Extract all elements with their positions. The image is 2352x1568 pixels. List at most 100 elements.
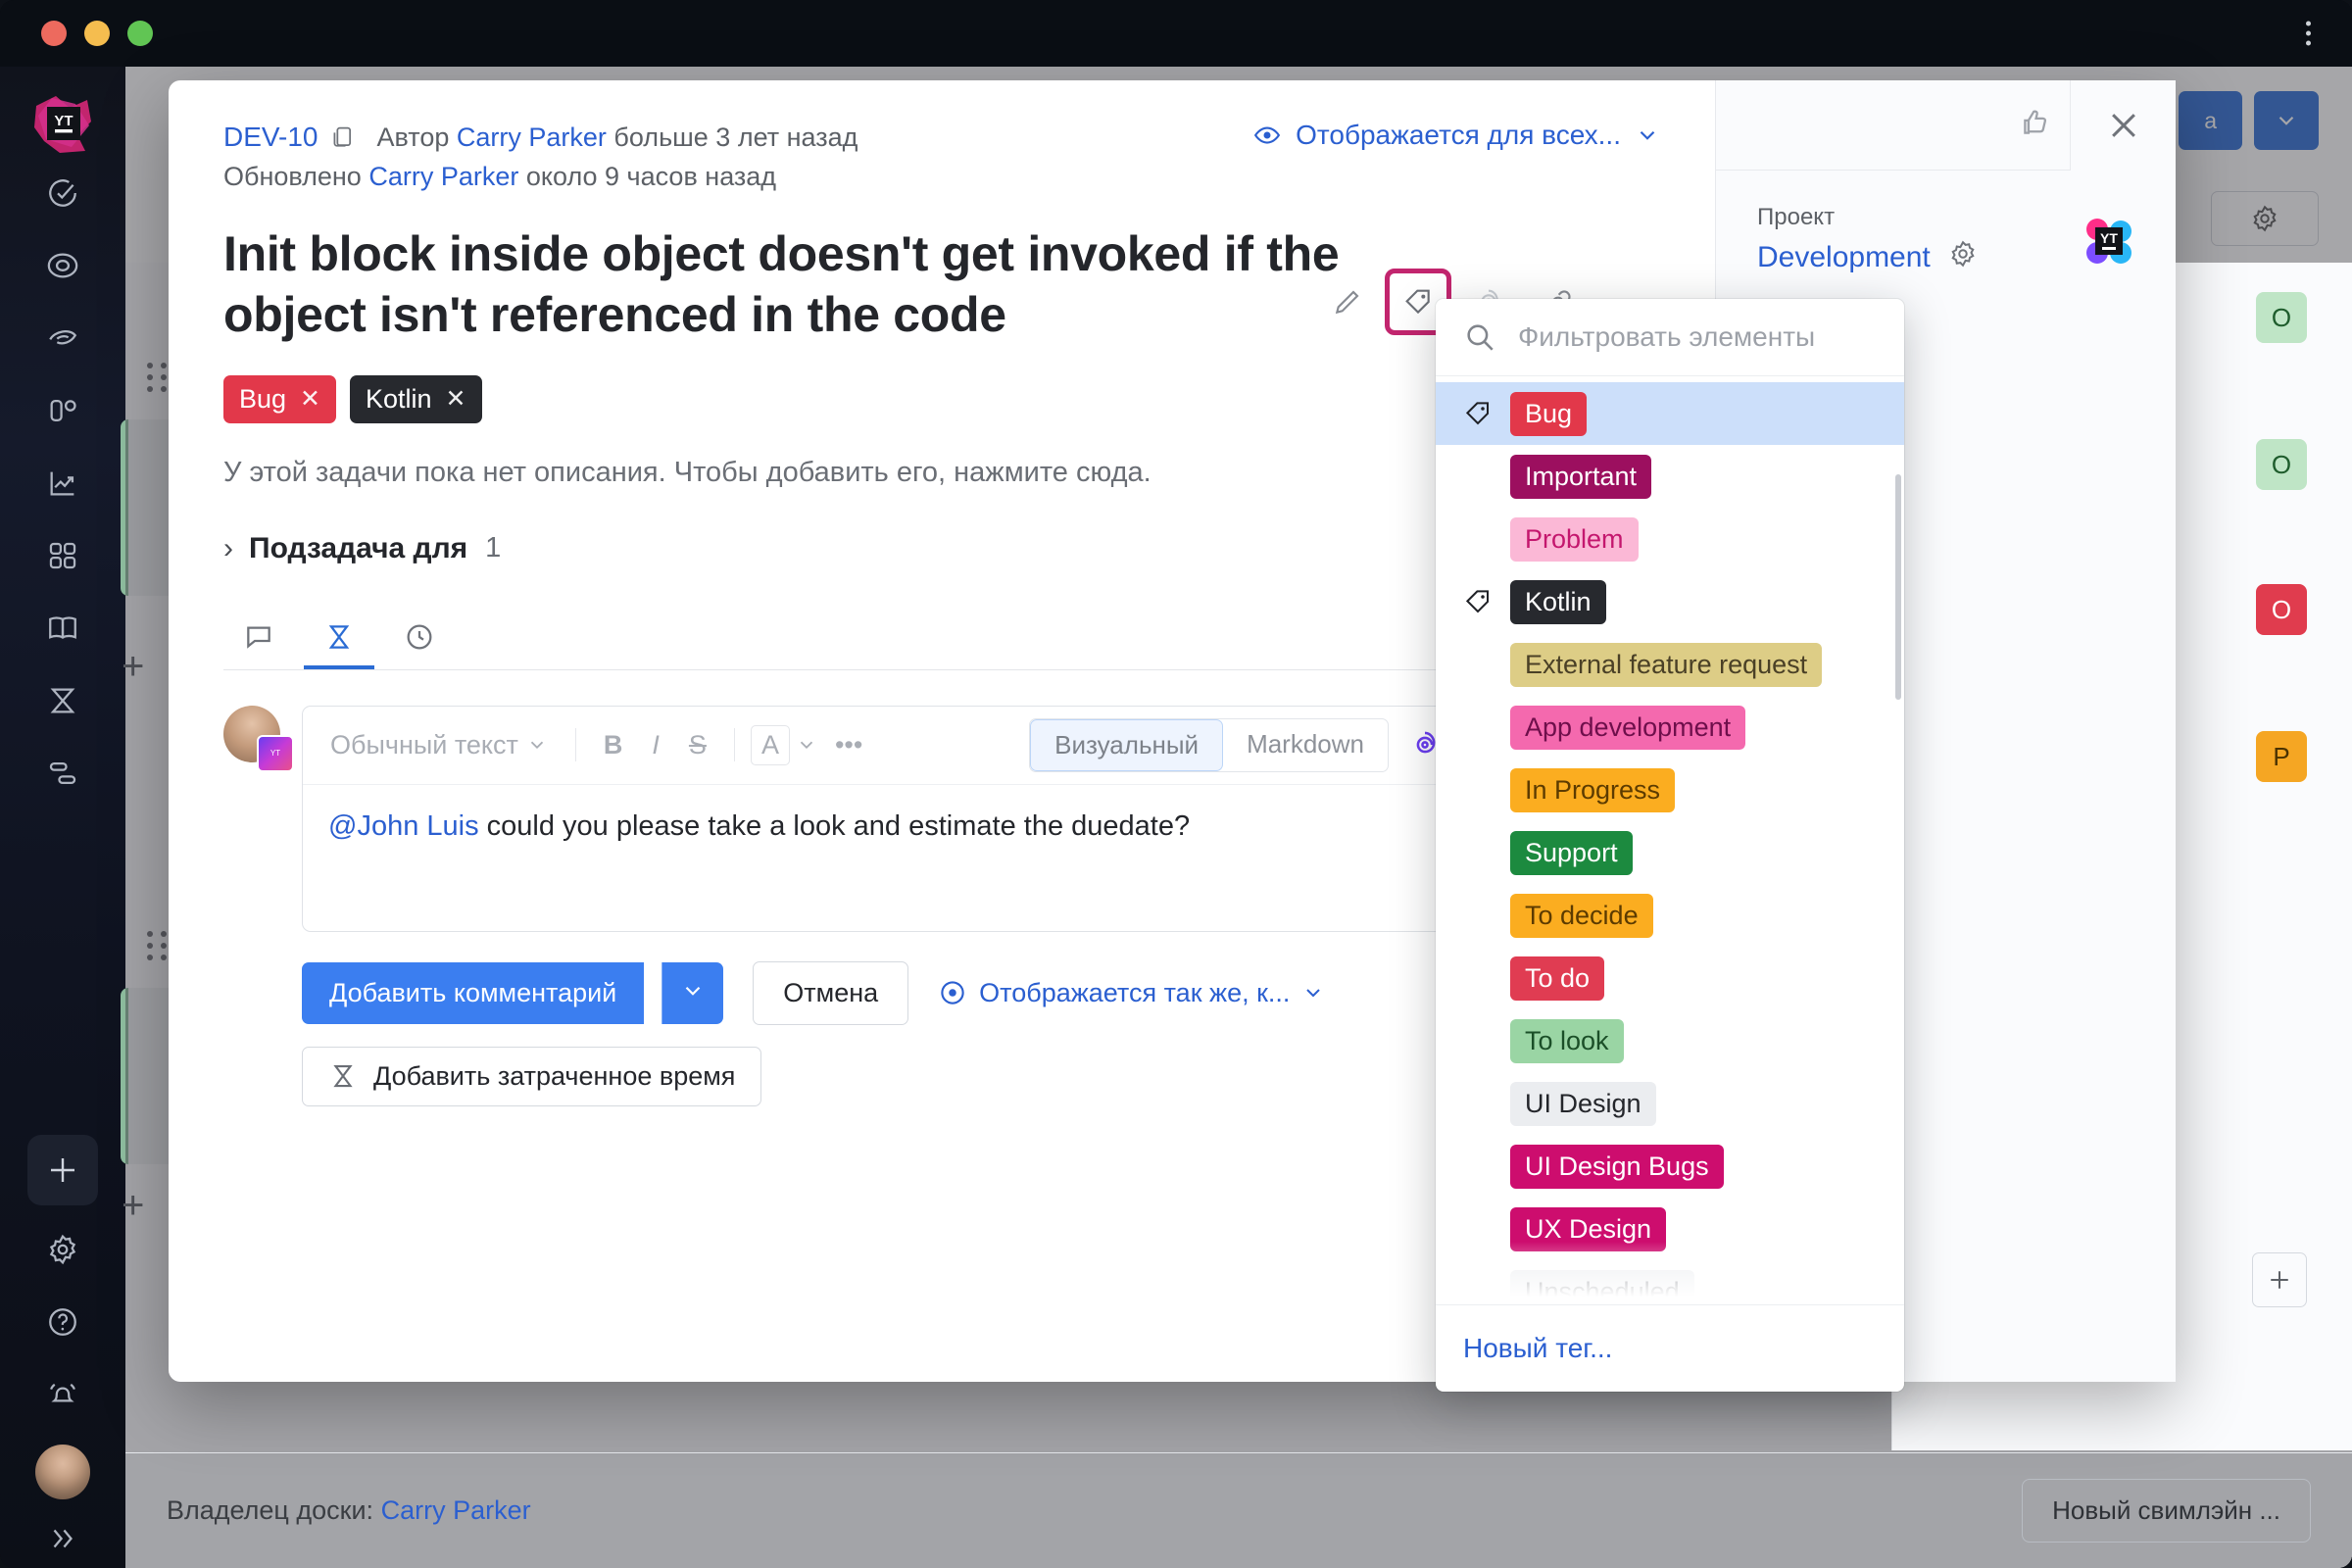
tag-option-bug[interactable]: Bug [1436,382,1904,445]
chevron-down-icon [686,986,701,996]
help-icon[interactable] [26,1286,99,1358]
add-field-button[interactable] [2252,1252,2307,1307]
search-icon [1463,320,1496,354]
tag-option-important[interactable]: Important [1436,445,1904,508]
sidebar-item-articles[interactable] [26,592,99,664]
subtask-label: Подзадача для [249,531,468,564]
remove-tag-icon[interactable]: ✕ [446,384,466,414]
settings-icon[interactable] [26,1213,99,1286]
comment-body-text: could you please take a look and estimat… [478,809,1191,842]
tag-option-in-progress[interactable]: In Progress [1436,759,1904,821]
project-label: Проект [1757,204,1836,230]
tag-option-to-decide[interactable]: To decide [1436,884,1904,947]
font-color-button[interactable]: A [750,724,790,765]
edit-icon[interactable] [1317,271,1378,332]
toolbar-divider [574,728,576,762]
tag-search-input[interactable]: Фильтровать элементы [1518,321,1815,353]
tag-option-unscheduled[interactable]: Unscheduled [1436,1260,1904,1304]
gear-icon[interactable] [1948,239,1978,276]
comment-visibility-dropdown[interactable]: Отображается так же, к... [938,978,1325,1008]
text-style-label: Обычный текст [330,729,518,760]
tag-label: Important [1510,454,1652,499]
youtrack-logo-icon[interactable]: YT [30,92,95,157]
issue-id[interactable]: DEV-10 [223,118,318,158]
visibility-icon [941,981,964,1004]
user-avatar[interactable] [35,1445,90,1499]
sidebar-item-issues[interactable] [26,157,99,229]
mode-visual-button[interactable]: Визуальный [1030,718,1224,771]
issue-visibility-dropdown[interactable]: Отображается для всех... [1252,120,1660,151]
sidebar-item-projects[interactable] [26,519,99,592]
strikethrough-button[interactable]: S [677,724,718,766]
comment-editor[interactable]: Обычный текст B I S A ••• Визуальный Mar… [302,705,1458,932]
tag-option-app-development[interactable]: App development [1436,696,1904,759]
tab-history[interactable] [384,609,455,669]
add-spent-time-button[interactable]: Добавить затраченное время [302,1046,762,1106]
text-style-select[interactable]: Обычный текст [318,724,560,766]
expand-sidebar-icon[interactable] [26,1509,99,1568]
new-swimlane-button[interactable]: Новый свимлэйн ... [2022,1479,2311,1543]
svg-text:YT: YT [54,113,73,129]
tag-option-ux-design[interactable]: UX Design [1436,1198,1904,1260]
tag-option-support[interactable]: Support [1436,821,1904,884]
browser-menu-icon[interactable] [2306,21,2311,46]
editor-toolbar: Обычный текст B I S A ••• Визуальный Mar… [303,707,1457,785]
tag-option-to-do[interactable]: To do [1436,947,1904,1009]
tab-comments[interactable] [223,609,294,669]
board-owner-name[interactable]: Carry Parker [381,1495,531,1525]
cancel-button[interactable]: Отмена [753,960,909,1025]
author-name[interactable]: Carry Parker [457,119,607,157]
more-options-button[interactable]: ••• [823,724,874,766]
add-new-button[interactable] [27,1135,98,1205]
hourglass-icon [333,1065,353,1088]
sidebar-item-agile-boards[interactable] [26,229,99,302]
sidebar-item-reports[interactable] [26,447,99,519]
updated-label: Обновлено [223,161,362,191]
chevron-right-icon[interactable]: › [223,532,233,565]
chevron-down-icon [530,741,544,750]
issue-tag-bug[interactable]: Bug ✕ [223,374,336,423]
sidebar-item-dashboards[interactable] [26,374,99,447]
created-ago: больше 3 лет назад [613,122,858,152]
add-comment-button[interactable]: Добавить комментарий [302,961,645,1024]
remove-tag-icon[interactable]: ✕ [300,384,320,414]
tag-option-problem[interactable]: Problem [1436,508,1904,570]
window-controls[interactable] [41,21,153,46]
tag-label: Unscheduled [1510,1269,1694,1304]
add-comment-caret[interactable] [662,961,724,1024]
sidebar-item-knowledge-base[interactable] [26,302,99,374]
bold-button[interactable]: B [592,724,635,766]
comment-text[interactable]: @John Luis could you please take a look … [303,785,1457,931]
youtrack-badge-icon: YT [257,734,294,772]
close-window-button[interactable] [41,21,67,46]
tab-spent-time[interactable] [304,609,374,669]
dropdown-scrollbar[interactable] [1895,474,1901,700]
tag-search-row[interactable]: Фильтровать элементы [1436,299,1904,376]
project-name[interactable]: Development [1757,241,1931,274]
minimize-window-button[interactable] [84,21,110,46]
issue-tag-kotlin[interactable]: Kotlin ✕ [350,374,482,423]
close-icon[interactable] [2070,80,2176,171]
tag-option-to-look[interactable]: To look [1436,1009,1904,1072]
tag-option-kotlin[interactable]: Kotlin [1436,570,1904,633]
tag-option-external-feature-request[interactable]: External feature request [1436,633,1904,696]
sidebar-item-timesheets[interactable] [26,664,99,737]
mention-token[interactable]: @John Luis [328,810,479,842]
sidebar-item-workflows[interactable] [26,737,99,809]
board-footer: Владелец доски: Carry Parker Новый свимл… [125,1452,2352,1568]
project-value[interactable]: Development [1757,239,2134,276]
italic-button[interactable]: I [640,724,671,766]
tag-label: Support [1510,830,1633,875]
editor-mode-switch[interactable]: Визуальный Markdown [1029,717,1389,772]
tag-option-list[interactable]: Bug Important Problem Kotlin External featur… [1436,376,1904,1304]
mode-markdown-button[interactable]: Markdown [1223,719,1388,771]
tag-option-ui-design[interactable]: UI Design [1436,1072,1904,1135]
new-tag-button[interactable]: Новый тег... [1436,1304,1904,1392]
copy-id-icon[interactable] [328,123,356,151]
maximize-window-button[interactable] [127,21,153,46]
subtask-count: 1 [485,532,502,564]
thumbs-up-icon[interactable] [2019,106,2052,144]
tag-option-ui-design-bugs[interactable]: UI Design Bugs [1436,1135,1904,1198]
notifications-icon[interactable] [26,1358,99,1431]
updated-by-name[interactable]: Carry Parker [368,158,518,196]
